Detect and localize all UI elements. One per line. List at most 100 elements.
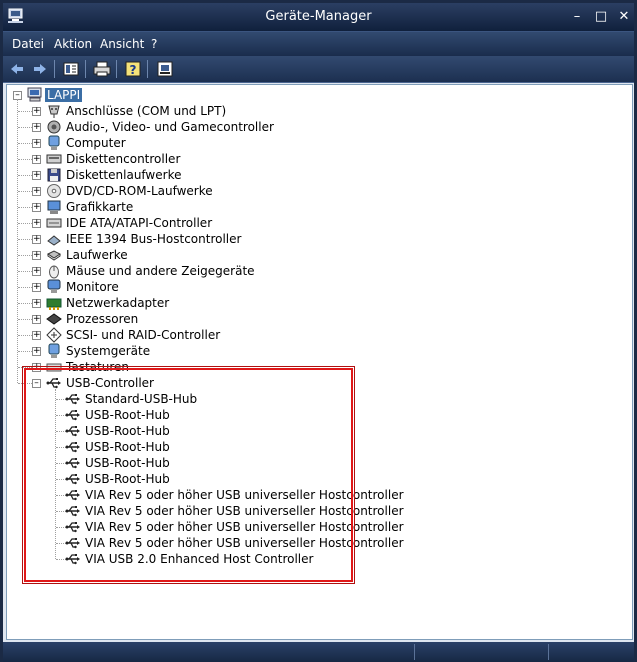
expand-toggle[interactable]: +: [32, 235, 41, 244]
category-label[interactable]: DVD/CD-ROM-Laufwerke: [66, 184, 213, 198]
category-floppy-drives[interactable]: + Diskettenlaufwerke: [7, 167, 607, 183]
audio-icon: [46, 119, 62, 135]
category-processors[interactable]: + Prozessoren: [7, 311, 607, 327]
cpu-icon: [46, 311, 62, 327]
expand-toggle[interactable]: +: [32, 203, 41, 212]
expand-toggle[interactable]: +: [32, 139, 41, 148]
category-label[interactable]: IEEE 1394 Bus-Hostcontroller: [66, 232, 241, 246]
device-tree[interactable]: – LAPPI + Anschlüsse (COM und LPT) + Audio-, …: [6, 84, 633, 640]
toolbar-separator: [147, 60, 148, 78]
expand-toggle[interactable]: +: [32, 171, 41, 180]
menu-datei[interactable]: Datei: [12, 37, 44, 51]
category-ports[interactable]: + Anschlüsse (COM und LPT): [7, 103, 607, 119]
category-label[interactable]: Diskettencontroller: [66, 152, 180, 166]
expand-toggle[interactable]: +: [32, 107, 41, 116]
category-floppy-controller[interactable]: + Diskettencontroller: [7, 151, 607, 167]
toolbar-separator: [85, 60, 86, 78]
expand-toggle[interactable]: +: [32, 187, 41, 196]
tree-connector: [18, 207, 32, 208]
menu-aktion[interactable]: Aktion: [54, 37, 92, 51]
close-button[interactable]: ✕: [615, 8, 633, 26]
minimize-button[interactable]: –: [568, 8, 586, 26]
tree-connector: [18, 159, 32, 160]
category-audio-video-game[interactable]: + Audio-, Video- und Gamecontroller: [7, 119, 607, 135]
tree-root-label[interactable]: LAPPI: [45, 88, 83, 102]
help-icon[interactable]: ?: [123, 59, 143, 79]
expand-toggle[interactable]: +: [32, 315, 41, 324]
tree-connector: [18, 335, 32, 336]
category-label[interactable]: Anschlüsse (COM und LPT): [66, 104, 226, 118]
mouse-icon: [46, 263, 62, 279]
gpu-icon: [46, 199, 62, 215]
drive-icon: [46, 247, 62, 263]
expand-toggle[interactable]: +: [32, 123, 41, 132]
category-label[interactable]: Audio-, Video- und Gamecontroller: [66, 120, 274, 134]
floppy-icon: [46, 167, 62, 183]
ide-icon: [46, 215, 62, 231]
expand-toggle[interactable]: +: [32, 219, 41, 228]
category-dvd-cd-rom[interactable]: + DVD/CD-ROM-Laufwerke: [7, 183, 607, 199]
category-label[interactable]: Laufwerke: [66, 248, 128, 262]
category-mice[interactable]: + Mäuse und andere Zeigegeräte: [7, 263, 607, 279]
category-label[interactable]: Netzwerkadapter: [66, 296, 169, 310]
net-icon: [46, 295, 62, 311]
properties-view-icon[interactable]: [61, 59, 81, 79]
category-label[interactable]: Grafikkarte: [66, 200, 133, 214]
tree-connector: [18, 143, 32, 144]
tree-connector: [18, 255, 32, 256]
status-separator: [414, 644, 415, 660]
tree-connector: [18, 111, 32, 112]
toolbar-separator: [116, 60, 117, 78]
svg-text:?: ?: [130, 63, 137, 77]
category-computer[interactable]: + Computer: [7, 135, 607, 151]
tree-connector: [18, 175, 32, 176]
scan-hardware-icon[interactable]: [155, 59, 175, 79]
tree-connector: [18, 223, 32, 224]
category-label[interactable]: IDE ATA/ATAPI-Controller: [66, 216, 212, 230]
expand-toggle[interactable]: +: [32, 347, 41, 356]
category-system-devices[interactable]: + Systemgeräte: [7, 343, 607, 359]
maximize-button[interactable]: □: [592, 8, 610, 26]
tree-connector: [18, 287, 32, 288]
category-graphics[interactable]: + Grafikkarte: [7, 199, 607, 215]
category-drives[interactable]: + Laufwerke: [7, 247, 607, 263]
highlight-box: [24, 368, 353, 582]
expand-toggle[interactable]: +: [32, 299, 41, 308]
menu-bar: Datei Aktion Ansicht ?: [3, 32, 634, 56]
menu-ansicht[interactable]: Ansicht: [100, 37, 144, 51]
title-bar[interactable]: Geräte-Manager – □ ✕: [3, 3, 634, 32]
category-label[interactable]: Diskettenlaufwerke: [66, 168, 181, 182]
sys-icon: [46, 343, 62, 359]
category-label[interactable]: Prozessoren: [66, 312, 138, 326]
tree-connector: [18, 319, 32, 320]
category-network-adapters[interactable]: + Netzwerkadapter: [7, 295, 607, 311]
expand-toggle[interactable]: +: [32, 251, 41, 260]
category-ide-ata[interactable]: + IDE ATA/ATAPI-Controller: [7, 215, 607, 231]
category-label[interactable]: Systemgeräte: [66, 344, 150, 358]
window-title: Geräte-Manager: [265, 9, 372, 24]
category-label[interactable]: Computer: [66, 136, 126, 150]
back-icon[interactable]: [7, 59, 27, 79]
category-label[interactable]: Mäuse und andere Zeigegeräte: [66, 264, 255, 278]
tree-connector: [18, 239, 32, 240]
expand-toggle[interactable]: +: [32, 267, 41, 276]
tree-root[interactable]: – LAPPI: [7, 87, 607, 103]
category-monitors[interactable]: + Monitore: [7, 279, 607, 295]
status-separator: [548, 644, 549, 660]
comp-icon: [46, 135, 62, 151]
category-label[interactable]: SCSI- und RAID-Controller: [66, 328, 220, 342]
category-scsi-raid[interactable]: + SCSI- und RAID-Controller: [7, 327, 607, 343]
category-ieee1394[interactable]: + IEEE 1394 Bus-Hostcontroller: [7, 231, 607, 247]
print-icon[interactable]: [92, 59, 112, 79]
computer-icon: [27, 87, 43, 103]
menu-help[interactable]: ?: [151, 37, 157, 51]
tree-connector: [18, 127, 32, 128]
forward-icon[interactable]: [30, 59, 50, 79]
tree-connector: [18, 351, 32, 352]
category-label[interactable]: Monitore: [66, 280, 119, 294]
expand-toggle[interactable]: +: [32, 331, 41, 340]
expand-toggle[interactable]: +: [32, 283, 41, 292]
scsi-icon: [46, 327, 62, 343]
fw-icon: [46, 231, 62, 247]
expand-toggle[interactable]: +: [32, 155, 41, 164]
